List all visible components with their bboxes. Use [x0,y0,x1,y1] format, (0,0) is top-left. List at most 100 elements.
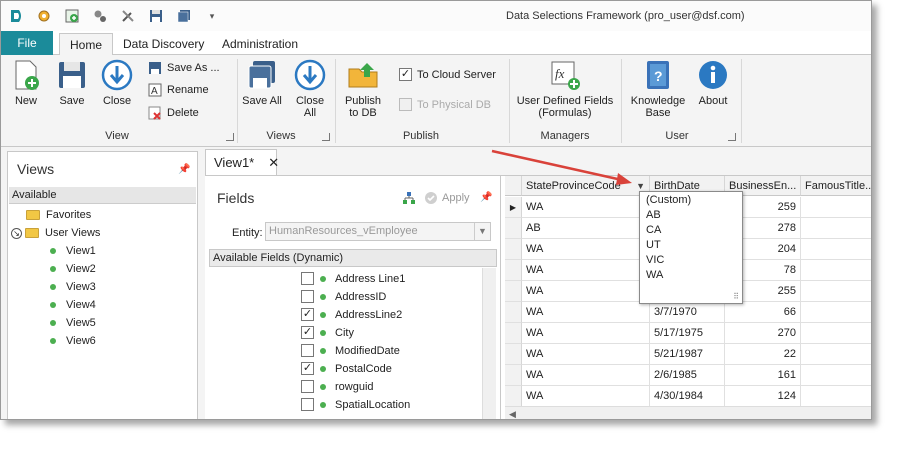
tree-item-view[interactable]: View4 [50,299,96,311]
row-indicator[interactable] [505,386,522,407]
filter-option[interactable]: (Custom) [646,194,691,206]
tab-data-discovery[interactable]: Data Discovery [113,33,214,55]
cell-stateprovincecode[interactable]: WA [522,197,650,218]
cell-famoustitle[interactable] [801,197,871,218]
gears-icon[interactable] [92,8,108,24]
field-checkbox[interactable] [301,380,314,393]
save-all-icon[interactable] [176,8,192,24]
cell-birthdate[interactable]: 4/30/1984 [650,386,725,407]
tree-item-view[interactable]: View1 [50,245,96,257]
cell-famoustitle[interactable] [801,281,871,302]
publish-to-db-button[interactable]: Publish to DB [341,59,385,119]
row-indicator[interactable] [505,365,522,386]
filter-option[interactable]: CA [646,224,661,236]
cell-famoustitle[interactable] [801,302,871,323]
row-indicator[interactable] [505,344,522,365]
collapse-icon[interactable]: ↘ [11,227,22,239]
tree-item-favorites[interactable]: Favorites [26,209,91,221]
cell-birthdate[interactable]: 5/17/1975 [650,323,725,344]
field-checkbox[interactable] [301,398,314,411]
tab-administration[interactable]: Administration [212,33,308,55]
save-ribbon-button[interactable]: Save [57,59,87,107]
cell-famoustitle[interactable] [801,218,871,239]
row-indicator[interactable]: ▶ [505,197,522,218]
pin-icon[interactable]: 📌 [178,164,190,175]
cell-stateprovincecode[interactable]: WA [522,281,650,302]
field-checkbox[interactable] [301,272,314,285]
fields-pin-icon[interactable]: 📌 [480,192,492,203]
save-as-button[interactable]: Save As ... [148,61,220,75]
views-group-launcher-icon[interactable] [322,133,330,141]
tree-item-view[interactable]: View5 [50,317,96,329]
chevron-down-icon[interactable]: ▼ [474,223,490,240]
filter-option[interactable]: VIC [646,254,664,266]
cell-birthdate[interactable]: 2/6/1985 [650,365,725,386]
close-button[interactable]: Close [100,59,134,107]
cell-businessentity[interactable]: 66 [725,302,801,323]
cell-famoustitle[interactable] [801,365,871,386]
about-button[interactable]: About [695,59,731,107]
field-checkbox[interactable] [301,290,314,303]
row-indicator[interactable] [505,218,522,239]
delete-button[interactable]: Delete [148,106,199,120]
cell-famoustitle[interactable] [801,386,871,407]
to-physical-checkbox[interactable]: To Physical DB [399,98,491,111]
field-row[interactable]: ✓ PostalCode [301,362,392,375]
cell-businessentity[interactable]: 270 [725,323,801,344]
close-tab-icon[interactable]: ✕ [268,155,279,171]
field-row[interactable]: ✓ AddressLine2 [301,308,402,321]
cell-stateprovincecode[interactable]: AB [522,218,650,239]
cell-stateprovincecode[interactable]: WA [522,344,650,365]
rename-button[interactable]: A Rename [148,83,209,97]
column-header-stateprovincecode[interactable]: StateProvinceCode ▼ [522,176,650,196]
field-row[interactable]: rowguid [301,380,374,393]
save-all-button[interactable]: Save All [242,59,282,107]
field-checkbox[interactable]: ✓ [301,326,314,339]
filter-option[interactable]: UT [646,239,661,251]
tree-item-view[interactable]: View3 [50,281,96,293]
save-icon[interactable] [148,8,164,24]
tree-item-user-views[interactable]: ↘ User Views [11,227,100,239]
field-checkbox[interactable] [301,344,314,357]
cell-birthdate[interactable]: 3/7/1970 [650,302,725,323]
cell-famoustitle[interactable] [801,344,871,365]
cell-businessentity[interactable]: 22 [725,344,801,365]
cell-stateprovincecode[interactable]: WA [522,386,650,407]
view-group-launcher-icon[interactable] [226,133,234,141]
cell-stateprovincecode[interactable]: WA [522,365,650,386]
cell-famoustitle[interactable] [801,323,871,344]
qat-dropdown-icon[interactable]: ▾ [204,8,220,24]
cell-birthdate[interactable]: 5/21/1987 [650,344,725,365]
row-indicator[interactable] [505,260,522,281]
knowledge-base-button[interactable]: ? Knowledge Base [629,59,687,119]
filter-option[interactable]: WA [646,269,663,281]
column-header-famoustitle[interactable]: FamousTitle... [801,176,871,196]
cell-stateprovincecode[interactable]: WA [522,323,650,344]
filter-option[interactable]: AB [646,209,661,221]
field-row[interactable]: SpatialLocation [301,398,410,411]
to-physical-check-icon[interactable] [399,98,412,111]
tab-home[interactable]: Home [59,33,114,56]
resize-grip-icon[interactable]: ⠿ [733,292,739,301]
entity-select[interactable]: HumanResources_vEmployee ▼ [265,222,491,241]
tools-icon[interactable] [120,8,136,24]
close-all-button[interactable]: Close All [290,59,330,119]
field-checkbox[interactable]: ✓ [301,362,314,375]
field-row[interactable]: AddressID [301,290,386,303]
fields-scrollbar[interactable] [482,268,496,419]
cell-stateprovincecode[interactable]: WA [522,260,650,281]
tree-item-view[interactable]: View2 [50,263,96,275]
apply-button[interactable]: Apply [424,191,470,205]
to-cloud-checkbox[interactable]: ✓ To Cloud Server [399,68,496,81]
row-indicator[interactable] [505,302,522,323]
settings-cog-icon[interactable] [36,8,52,24]
field-row[interactable]: ✓ City [301,326,354,339]
grid-horizontal-scrollbar[interactable]: ◀ [505,406,871,419]
row-indicator[interactable] [505,281,522,302]
udf-button[interactable]: fx User Defined Fields (Formulas) [515,59,615,119]
cell-famoustitle[interactable] [801,260,871,281]
field-row[interactable]: Address Line1 [301,272,405,285]
tree-item-view[interactable]: View6 [50,335,96,347]
add-icon[interactable] [64,8,80,24]
new-button[interactable]: New [11,59,41,107]
